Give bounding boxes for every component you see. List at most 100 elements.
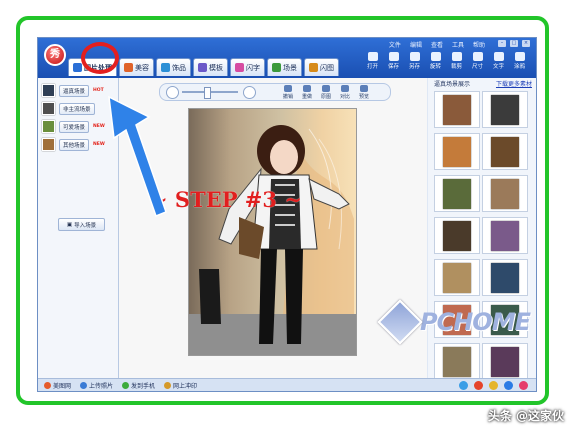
scene-thumbnails xyxy=(434,91,528,391)
status-links: 美图网 上传照片 发到手机 网上冲印 xyxy=(44,381,197,390)
scene-thumbnail[interactable] xyxy=(434,133,480,170)
scene-cute-button[interactable]: 可爱场景 NEW xyxy=(42,120,112,133)
rotate-button[interactable]: 旋转 xyxy=(427,52,444,70)
brush-icon xyxy=(514,52,525,61)
minimize-icon[interactable]: – xyxy=(498,40,506,47)
open-button[interactable]: 打开 xyxy=(364,52,381,70)
menu-bar: 文件 编辑 查看 工具 帮助 – □ × xyxy=(389,40,530,49)
download-more-link[interactable]: 下载更多素材 xyxy=(496,79,532,88)
original-button[interactable]: 原图 xyxy=(318,85,334,100)
meitu-site-link[interactable]: 美图网 xyxy=(44,381,71,390)
print-icon xyxy=(164,382,172,389)
compare-icon xyxy=(341,85,349,92)
toolbar: 打开 保存 另存 旋转 裁剪 尺寸 文字 涂鸦 xyxy=(364,52,528,70)
preview-button[interactable]: 预览 xyxy=(356,85,372,100)
tab-beauty[interactable]: 美容 xyxy=(119,58,154,76)
scene-thumbnail[interactable] xyxy=(482,259,528,296)
renren-icon[interactable] xyxy=(504,381,513,390)
resize-icon xyxy=(472,52,483,61)
resize-button[interactable]: 尺寸 xyxy=(469,52,486,70)
photo-illustration xyxy=(189,125,356,355)
menu-help[interactable]: 帮助 xyxy=(473,40,485,49)
site-icon xyxy=(44,382,51,389)
window-controls: – □ × xyxy=(498,40,530,49)
maximize-icon[interactable]: □ xyxy=(510,40,518,47)
scene-thumbnail[interactable] xyxy=(482,217,528,254)
preview-icon xyxy=(360,85,368,92)
face-icon xyxy=(124,63,133,72)
redo-icon xyxy=(303,85,311,92)
save-icon xyxy=(388,52,399,61)
status-icons xyxy=(459,381,528,390)
text-icon xyxy=(493,52,504,61)
scene-thumbnail[interactable] xyxy=(482,91,528,128)
scene-thumbnail[interactable] xyxy=(434,217,480,254)
scene-thumbnail[interactable] xyxy=(482,343,528,380)
upload-photo-link[interactable]: 上传照片 xyxy=(80,381,113,390)
crop-icon xyxy=(451,52,462,61)
tab-templates[interactable]: 模板 xyxy=(193,58,228,76)
phone-icon xyxy=(122,382,130,389)
scene-thumbnail[interactable] xyxy=(434,259,480,296)
original-icon xyxy=(322,85,330,92)
menu-edit[interactable]: 编辑 xyxy=(410,40,422,49)
edited-photo xyxy=(188,108,357,356)
red-highlight-circle xyxy=(81,42,119,74)
scene-icon xyxy=(272,63,281,72)
compare-button[interactable]: 对比 xyxy=(337,85,353,100)
scene-thumbnail xyxy=(42,120,55,133)
redo-button[interactable]: 重做 xyxy=(299,85,315,100)
kaixin-icon[interactable] xyxy=(519,381,528,390)
tab-flash-image[interactable]: 闪图 xyxy=(304,58,339,76)
blue-pointer-arrow xyxy=(108,95,167,217)
panel-title: 逼真场景展示 xyxy=(434,81,471,88)
folder-icon xyxy=(367,52,378,61)
qzone-icon[interactable] xyxy=(489,381,498,390)
source-credit: 头条 @这家伙 xyxy=(487,409,564,423)
scene-thumbnail[interactable] xyxy=(482,133,528,170)
doodle-button[interactable]: 涂鸦 xyxy=(511,52,528,70)
undo-icon xyxy=(284,85,292,92)
online-print-link[interactable]: 网上冲印 xyxy=(164,381,197,390)
share-icon[interactable] xyxy=(459,381,468,390)
text-button[interactable]: 文字 xyxy=(490,52,507,70)
send-to-phone-link[interactable]: 发到手机 xyxy=(122,381,155,390)
save-as-button[interactable]: 另存 xyxy=(406,52,423,70)
upload-icon xyxy=(80,382,88,389)
status-bar: 美图网 上传照片 发到手机 网上冲印 xyxy=(38,378,536,391)
tab-accessories[interactable]: 饰品 xyxy=(156,58,191,76)
image-icon xyxy=(73,63,82,72)
ornament-icon xyxy=(161,63,170,72)
scene-thumbnail[interactable] xyxy=(482,175,528,212)
rotate-icon xyxy=(430,52,441,61)
scene-other-button[interactable]: 其他场景 NEW xyxy=(42,138,112,151)
undo-button[interactable]: 撤销 xyxy=(280,85,296,100)
import-scene-button[interactable]: ▣ 导入场景 xyxy=(58,218,105,231)
scene-thumbnail[interactable] xyxy=(434,343,480,380)
flash-image-icon xyxy=(309,63,318,72)
fit-icon[interactable] xyxy=(243,86,256,99)
save-as-icon xyxy=(409,52,420,61)
menu-tools[interactable]: 工具 xyxy=(452,40,464,49)
close-icon[interactable]: × xyxy=(522,40,530,47)
pchome-logo-icon xyxy=(377,299,423,345)
scene-thumbnail[interactable] xyxy=(434,91,480,128)
import-icon: ▣ xyxy=(66,221,73,228)
weibo-icon[interactable] xyxy=(474,381,483,390)
app-logo-icon: 秀 xyxy=(44,44,66,66)
crop-button[interactable]: 裁剪 xyxy=(448,52,465,70)
tab-scenes[interactable]: 场景 xyxy=(267,58,302,76)
scene-thumbnail[interactable] xyxy=(434,175,480,212)
menu-view[interactable]: 查看 xyxy=(431,40,443,49)
flash-text-icon xyxy=(235,63,244,72)
zoom-slider-handle[interactable] xyxy=(204,87,211,99)
template-icon xyxy=(198,63,207,72)
scene-thumbnail xyxy=(42,138,55,151)
scene-realistic-button[interactable]: 逼真场景 HOT xyxy=(42,84,112,97)
tab-flash-text[interactable]: 闪字 xyxy=(230,58,265,76)
menu-file[interactable]: 文件 xyxy=(389,40,401,49)
pchome-watermark: PCHOME xyxy=(377,299,531,345)
scene-thumbnail xyxy=(42,102,55,115)
save-button[interactable]: 保存 xyxy=(385,52,402,70)
scene-alternative-button[interactable]: 非主流场景 xyxy=(42,102,112,115)
